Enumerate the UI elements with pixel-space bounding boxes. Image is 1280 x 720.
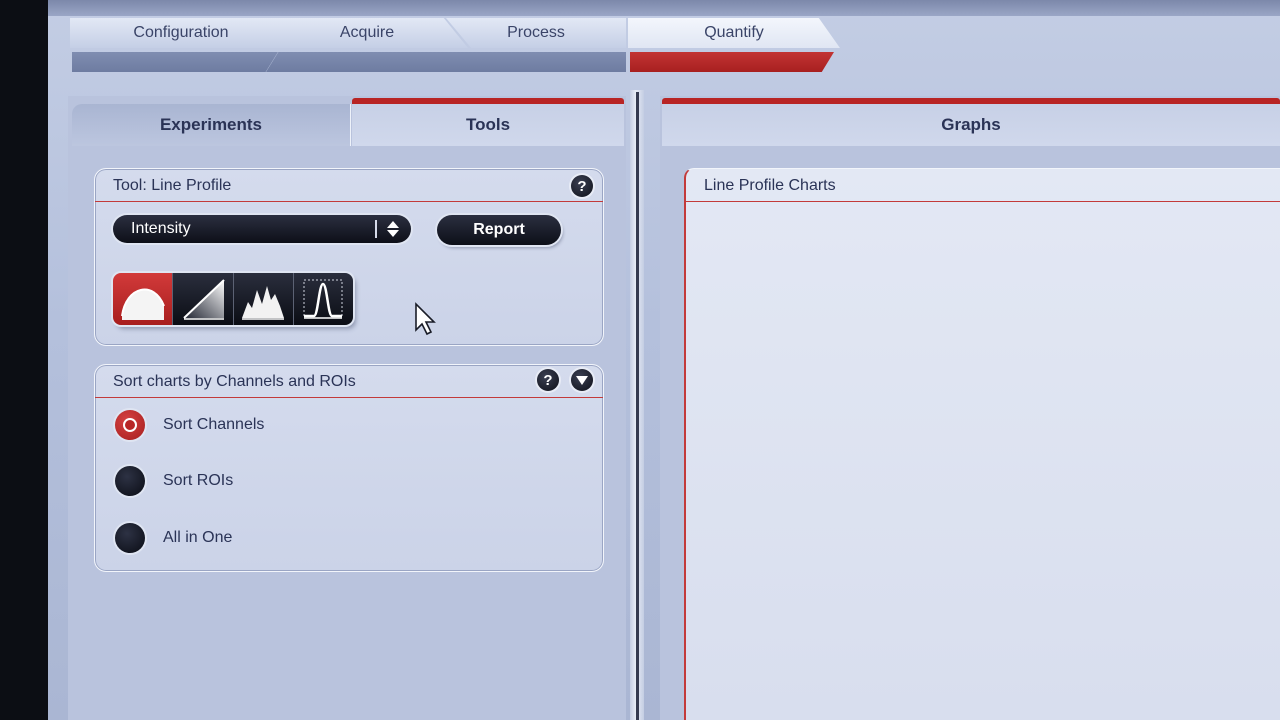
sort-box-title: Sort charts by Channels and ROIs bbox=[113, 373, 356, 390]
workflow-progress-process bbox=[458, 52, 626, 72]
peak-chart-button[interactable] bbox=[293, 273, 353, 325]
chevron-down-icon bbox=[576, 376, 588, 385]
top-bar bbox=[48, 0, 1280, 16]
report-button[interactable]: Report bbox=[437, 215, 561, 245]
up-down-arrows-icon bbox=[387, 221, 399, 237]
chart-style-toolbar bbox=[113, 273, 353, 325]
workflow-progress-quantify bbox=[630, 52, 834, 72]
peak-chart-icon bbox=[303, 279, 343, 319]
tab-tools[interactable]: Tools bbox=[352, 104, 624, 146]
tab-label: Graphs bbox=[941, 115, 1001, 134]
line-profile-charts-box: Line Profile Charts bbox=[684, 168, 1280, 720]
workflow-tab-process[interactable]: Process bbox=[446, 18, 626, 48]
box-divider bbox=[686, 201, 1280, 202]
workflow-tab-acquire[interactable]: Acquire bbox=[266, 18, 468, 48]
gradient-button[interactable] bbox=[173, 273, 234, 325]
splitter-handle[interactable] bbox=[636, 92, 639, 720]
radio-button[interactable] bbox=[115, 523, 145, 553]
box-divider bbox=[95, 397, 603, 398]
dropdown-separator bbox=[375, 220, 377, 238]
tab-graphs[interactable]: Graphs bbox=[662, 104, 1280, 146]
line-profile-tool-box: Tool: Line Profile ? Intensity Report bbox=[94, 168, 604, 346]
histogram-button[interactable] bbox=[233, 273, 294, 325]
workflow-tab-quantify[interactable]: Quantify bbox=[628, 18, 840, 48]
workflow-tab-label: Configuration bbox=[133, 24, 229, 41]
workflow-progress-configuration bbox=[72, 52, 278, 72]
radio-sort-channels[interactable]: Sort Channels bbox=[115, 410, 264, 440]
workflow-progress-acquire bbox=[266, 52, 472, 72]
curve-profile-button[interactable] bbox=[113, 273, 174, 325]
box-divider bbox=[95, 201, 603, 202]
tab-label: Experiments bbox=[159, 115, 263, 134]
measurement-dropdown[interactable]: Intensity bbox=[113, 215, 411, 243]
curve-profile-icon bbox=[120, 288, 165, 320]
application-screen: Configuration Acquire Process Quantify E… bbox=[48, 0, 1280, 720]
collapse-chevron-icon[interactable] bbox=[571, 369, 593, 391]
workflow-tab-label: Acquire bbox=[339, 24, 395, 41]
radio-all-in-one[interactable]: All in One bbox=[115, 523, 232, 553]
sort-charts-box: Sort charts by Channels and ROIs ? Sort … bbox=[94, 364, 604, 572]
radio-label: All in One bbox=[163, 529, 233, 546]
tool-box-title: Tool: Line Profile bbox=[113, 177, 232, 194]
radio-button-selected[interactable] bbox=[115, 410, 145, 440]
workflow-tab-label: Quantify bbox=[704, 24, 764, 41]
radio-sort-rois[interactable]: Sort ROIs bbox=[115, 466, 233, 496]
dropdown-value: Intensity bbox=[131, 220, 191, 237]
help-icon[interactable]: ? bbox=[537, 369, 559, 391]
mouse-cursor-icon bbox=[415, 302, 436, 336]
radio-label: Sort Channels bbox=[163, 416, 265, 433]
radio-button[interactable] bbox=[115, 466, 145, 496]
workflow-tab-configuration[interactable]: Configuration bbox=[70, 18, 292, 48]
radio-label: Sort ROIs bbox=[163, 472, 234, 489]
help-icon[interactable]: ? bbox=[571, 175, 593, 197]
workflow-tab-label: Process bbox=[507, 24, 565, 41]
tab-experiments[interactable]: Experiments bbox=[72, 104, 351, 146]
tab-label: Tools bbox=[465, 115, 511, 134]
chart-box-title: Line Profile Charts bbox=[704, 177, 836, 194]
histogram-peaks-icon bbox=[242, 286, 285, 320]
diagonal-gradient-icon bbox=[183, 279, 225, 320]
